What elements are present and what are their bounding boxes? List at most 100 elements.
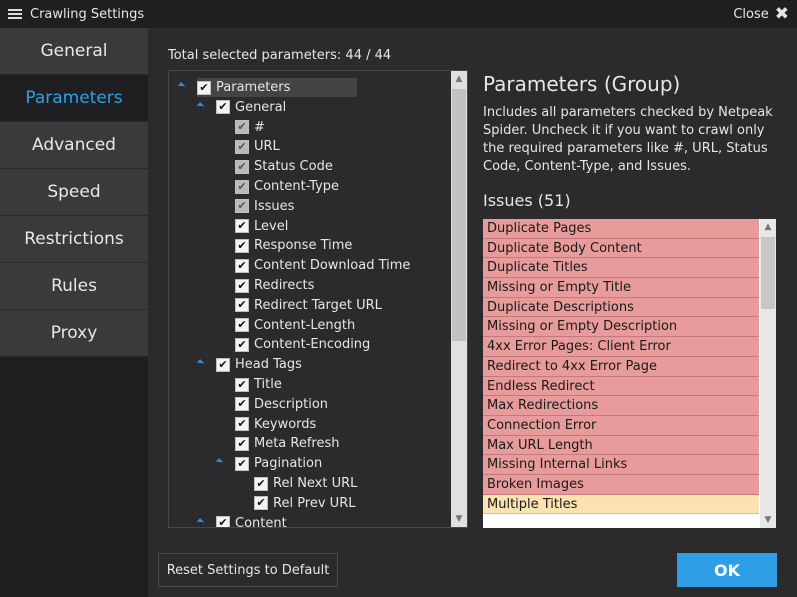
issue-row[interactable]: Redirect to 4xx Error Page (483, 356, 759, 377)
issue-row[interactable]: Missing Internal Links (483, 455, 759, 475)
tree-item[interactable]: ✔ Keywords (235, 415, 316, 434)
tree-item[interactable]: ✔ Content Download Time (235, 256, 410, 275)
tree-item-label: Content Download Time (254, 258, 411, 274)
tree-item-label: Content-Length (254, 317, 356, 333)
issue-row[interactable]: 4xx Error Pages: Client Error (483, 337, 759, 357)
expand-arrow-icon[interactable] (196, 101, 205, 110)
tree-item-label: General (235, 99, 287, 115)
scroll-down-icon[interactable]: ▼ (760, 512, 776, 528)
issue-row[interactable]: Duplicate Pages (483, 219, 759, 239)
tree-item[interactable]: ✔ URL (235, 137, 280, 156)
tree-item[interactable]: ✔ Pagination (215, 454, 323, 473)
issue-row[interactable]: Missing or Empty Title (483, 278, 759, 298)
tree-item[interactable]: ✔ Description (235, 395, 328, 414)
sidebar-item-parameters[interactable]: Parameters (0, 75, 148, 122)
tree-item[interactable]: ✔ Content-Type (235, 177, 339, 196)
tree-item[interactable]: ✔ Status Code (235, 157, 333, 176)
parameters-tree: ▲ ▼ ✔ Parameters ✔ General ✔ # ✔ URL ✔ Status Cod… (168, 70, 468, 528)
title-bar: Crawling Settings Close ✖ (0, 0, 797, 28)
checkbox[interactable]: ✔ (235, 337, 249, 352)
settings-sliders-icon (8, 8, 22, 20)
sidebar-item-restrictions[interactable]: Restrictions (0, 216, 148, 263)
issue-row[interactable]: Max URL Length (483, 435, 759, 456)
issue-row[interactable]: Max Redirections (483, 396, 759, 416)
sidebar-item-proxy[interactable]: Proxy (0, 310, 148, 357)
tree-item[interactable]: ✔ Content (196, 514, 287, 527)
reset-settings-button[interactable]: Reset Settings to Default (158, 553, 338, 587)
issue-row[interactable]: Duplicate Descriptions (483, 297, 759, 318)
tree-item[interactable]: ✔ Rel Next URL (254, 474, 357, 493)
sidebar-item-speed[interactable]: Speed (0, 169, 148, 216)
tree-item[interactable]: ✔ Redirects (235, 276, 314, 295)
scroll-down-icon[interactable]: ▼ (451, 511, 467, 527)
checkbox[interactable]: ✔ (216, 100, 230, 115)
issue-row[interactable]: Connection Error (483, 415, 759, 436)
tree-scroll-thumb[interactable] (452, 89, 466, 341)
tree-item-label: Level (254, 218, 289, 234)
close-icon: ✖ (774, 4, 789, 24)
scroll-up-icon[interactable]: ▲ (760, 219, 776, 235)
expand-arrow-icon[interactable] (196, 517, 205, 526)
tree-item[interactable]: ✔ Level (235, 217, 288, 236)
checkbox[interactable]: ✔ (235, 436, 249, 451)
info-title: Parameters (Group) (483, 72, 681, 96)
checkbox[interactable]: ✔ (235, 278, 249, 293)
tree-item[interactable]: ✔ Rel Prev URL (254, 494, 355, 513)
issue-row[interactable]: Endless Redirect (483, 376, 759, 397)
close-button[interactable]: Close ✖ (733, 0, 789, 28)
checkbox[interactable]: ✔ (235, 219, 249, 234)
checkbox[interactable]: ✔ (254, 476, 268, 491)
tree-item[interactable]: ✔ Response Time (235, 236, 352, 255)
issue-row[interactable]: Missing or Empty Description (483, 317, 759, 338)
info-description: Includes all parameters checked by Netpe… (483, 105, 773, 174)
issue-row[interactable]: Broken Images (483, 474, 759, 495)
tree-item[interactable]: ✔ General (196, 98, 287, 117)
tree-item-label: Description (254, 396, 329, 412)
checkbox[interactable]: ✔ (216, 516, 230, 527)
sidebar-item-advanced[interactable]: Advanced (0, 122, 148, 169)
close-label: Close (733, 6, 769, 22)
checkbox[interactable]: ✔ (235, 298, 249, 313)
tree-item[interactable]: ✔ Parameters (177, 78, 357, 97)
sidebar-item-rules[interactable]: Rules (0, 263, 148, 310)
checkbox[interactable]: ✔ (235, 377, 249, 392)
checkbox[interactable]: ✔ (235, 318, 249, 333)
scroll-up-icon[interactable]: ▲ (451, 71, 467, 87)
tree-item[interactable]: ✔ # (235, 118, 265, 137)
tree-item[interactable]: ✔ Content-Length (235, 316, 355, 335)
tree-item-label: Keywords (254, 416, 317, 432)
checkbox[interactable]: ✔ (235, 258, 249, 273)
tree-scrollbar[interactable]: ▲ ▼ (451, 71, 467, 527)
tree-item-label: Pagination (254, 456, 323, 472)
checkbox[interactable]: ✔ (197, 80, 211, 95)
tree-item-label: Meta Refresh (254, 436, 340, 452)
checkbox[interactable]: ✔ (235, 456, 249, 471)
expand-arrow-icon[interactable] (177, 82, 186, 90)
issues-scrollbar[interactable]: ▲ ▼ (760, 219, 776, 528)
tree-item[interactable]: ✔ Content-Encoding (235, 335, 370, 354)
issues-scroll-thumb[interactable] (761, 237, 775, 309)
checkbox[interactable]: ✔ (235, 397, 249, 412)
issues-title: Issues (51) (483, 191, 571, 210)
tree-item[interactable]: ✔ Issues (235, 197, 294, 216)
tree-item-label: Redirects (254, 278, 315, 293)
tree-item[interactable]: ✔ Meta Refresh (235, 434, 340, 453)
checkbox[interactable]: ✔ (235, 417, 249, 432)
expand-arrow-icon[interactable] (196, 359, 205, 368)
ok-button[interactable]: OK (677, 553, 777, 587)
tree-item[interactable]: ✔ Redirect Target URL (235, 296, 382, 315)
checkbox[interactable]: ✔ (235, 238, 249, 253)
sidebar-item-general[interactable]: General (0, 28, 148, 75)
issue-row[interactable]: Duplicate Titles (483, 258, 759, 279)
checkbox: ✔ (235, 159, 249, 174)
checkbox[interactable]: ✔ (254, 496, 268, 511)
tree-item[interactable]: ✔ Title (235, 375, 282, 394)
total-selected-label: Total selected parameters: 44 / 44 (168, 48, 392, 63)
tree-item-label: Rel Next URL (273, 476, 358, 491)
issue-row[interactable]: Duplicate Body Content (483, 238, 759, 259)
checkbox[interactable]: ✔ (216, 357, 230, 372)
expand-arrow-icon[interactable] (215, 458, 224, 467)
tree-item-label: Rel Prev URL (273, 495, 356, 511)
issue-row[interactable]: Multiple Titles (483, 494, 759, 515)
tree-item[interactable]: ✔ Head Tags (196, 355, 302, 374)
